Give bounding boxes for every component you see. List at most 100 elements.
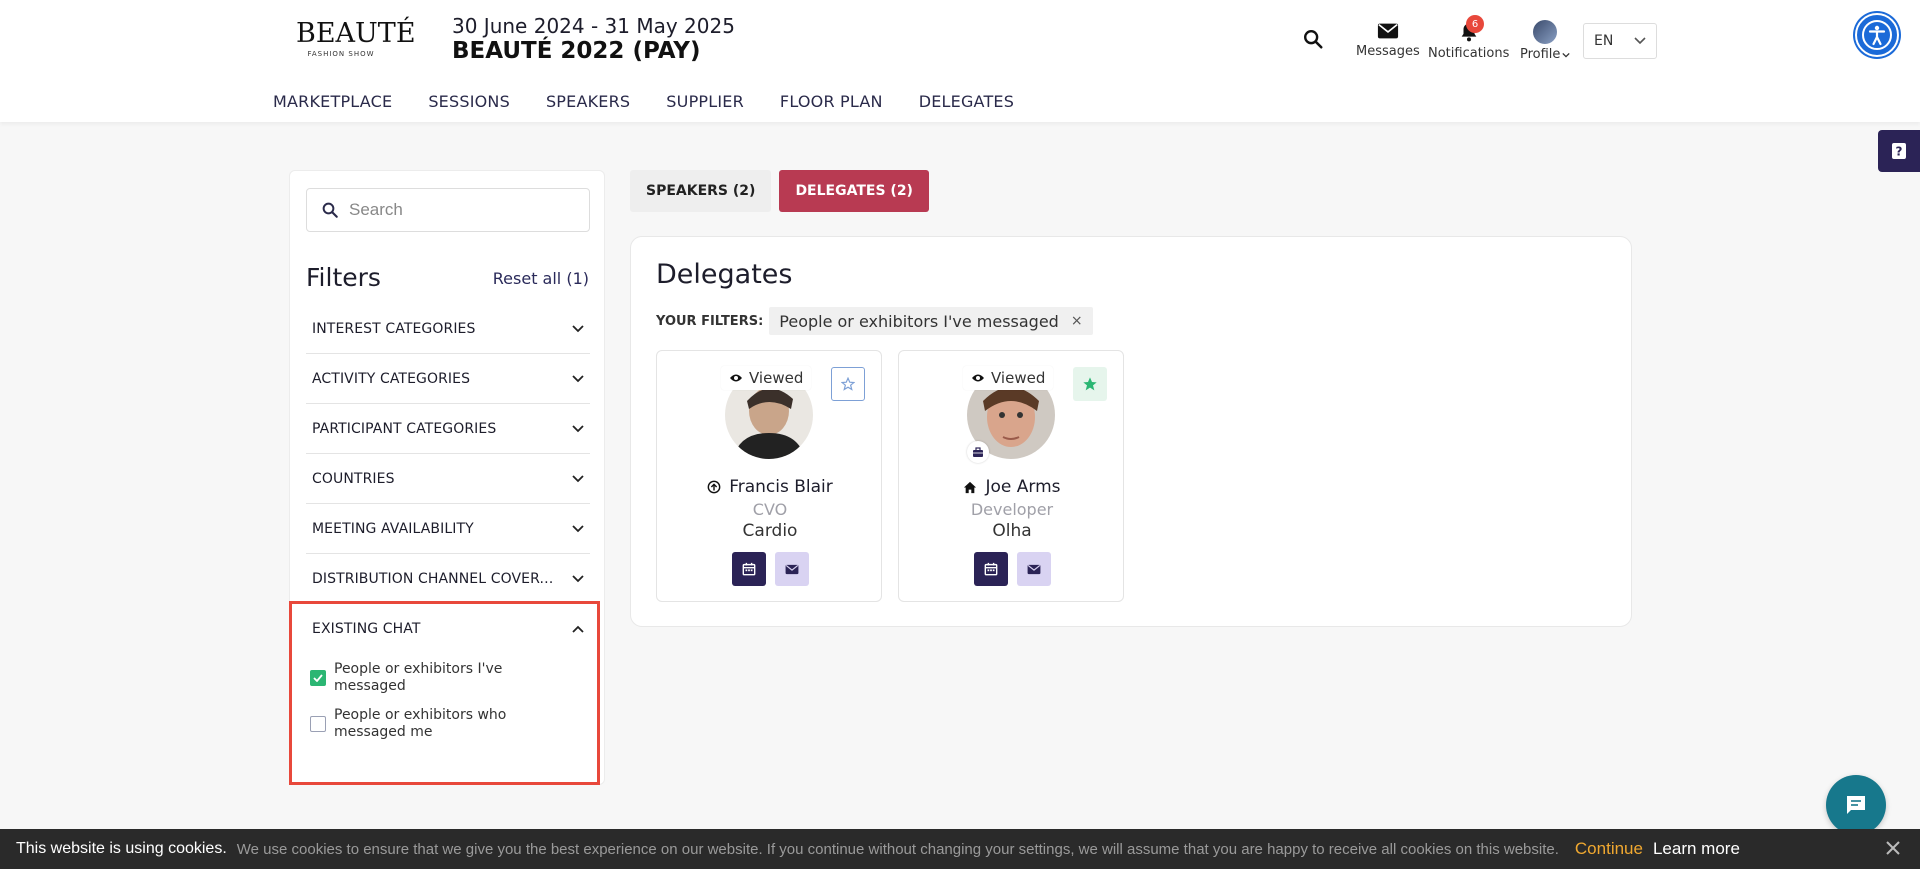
event-logo[interactable]: BEAUTÉ FASHION SHOW: [296, 20, 416, 58]
nav-supplier[interactable]: SUPPLIER: [666, 92, 744, 111]
filter-countries[interactable]: COUNTRIES: [306, 454, 590, 504]
filter-activity-categories[interactable]: ACTIVITY CATEGORIES: [306, 354, 590, 404]
favorite-button[interactable]: [1073, 367, 1107, 401]
notifications-label: Notifications: [1428, 46, 1510, 61]
chevron-down-icon: [572, 524, 584, 532]
logo-sub-text: FASHION SHOW: [307, 50, 375, 58]
send-message-button[interactable]: [774, 552, 809, 586]
avatar: [1533, 20, 1558, 44]
active-filter-chip: People or exhibitors I've messaged ×: [769, 307, 1093, 335]
check-icon: [313, 674, 323, 682]
top-header: BEAUTÉ FASHION SHOW 30 June 2024 - 31 Ma…: [0, 0, 1920, 122]
card-actions: [899, 552, 1125, 586]
home-icon: [964, 481, 977, 493]
svg-text:?: ?: [1896, 145, 1903, 159]
nav-sessions[interactable]: SESSIONS: [428, 92, 510, 111]
envelope-icon: [1377, 23, 1398, 39]
nav-floor-plan[interactable]: FLOOR PLAN: [780, 92, 883, 111]
calendar-icon: [742, 562, 755, 576]
profile-button[interactable]: Profile: [1520, 20, 1571, 62]
notifications-button[interactable]: 6 Notifications: [1428, 15, 1510, 61]
delegate-company: Olha: [992, 521, 1032, 541]
calendar-icon: [984, 562, 997, 576]
delegate-role: Developer: [970, 500, 1054, 519]
delegate-card[interactable]: Viewed Francis Blair CVO Cardio: [656, 350, 882, 602]
event-title: BEAUTÉ 2022 (PAY): [452, 38, 701, 64]
filter-distribution-channel[interactable]: DISTRIBUTION CHANNEL COVERAGE: [306, 554, 590, 604]
delegate-card[interactable]: Viewed Joe Arms Developer Olha: [898, 350, 1124, 602]
chevron-down-icon: [572, 324, 584, 332]
filter-label: DISTRIBUTION CHANNEL COVERAGE: [312, 571, 557, 587]
accessibility-icon: [1862, 20, 1892, 50]
messages-label: Messages: [1356, 44, 1420, 59]
envelope-icon: [1027, 564, 1040, 574]
filter-existing-chat[interactable]: EXISTING CHAT: [306, 604, 590, 654]
remove-filter-button[interactable]: ×: [1071, 313, 1083, 329]
chevron-down-icon: [572, 424, 584, 432]
result-tabs: SPEAKERS (2) DELEGATES (2): [630, 170, 929, 212]
filters-sidebar: Filters Reset all (1) INTEREST CATEGORIE…: [289, 170, 605, 785]
main-nav: MARKETPLACE SESSIONS SPEAKERS SUPPLIER F…: [273, 92, 1050, 111]
send-message-button[interactable]: [1016, 552, 1051, 586]
filter-label: MEETING AVAILABILITY: [312, 520, 474, 537]
eye-icon: [730, 374, 742, 382]
nav-marketplace[interactable]: MARKETPLACE: [273, 92, 392, 111]
language-select[interactable]: EN: [1583, 23, 1657, 59]
schedule-meeting-button[interactable]: [973, 552, 1008, 586]
cookie-text: We use cookies to ensure that we give yo…: [236, 840, 1559, 858]
exhibitor-badge: [967, 441, 989, 463]
delegate-name[interactable]: Francis Blair: [657, 477, 883, 497]
option-ive-messaged[interactable]: People or exhibitors I've messaged: [310, 661, 524, 695]
search-button[interactable]: [1302, 28, 1324, 50]
delegate-name[interactable]: Joe Arms: [899, 477, 1125, 497]
filters-title: Filters: [306, 263, 381, 292]
viewed-label: Viewed: [749, 369, 804, 387]
tab-speakers[interactable]: SPEAKERS (2): [630, 170, 772, 212]
chevron-up-icon: [572, 625, 584, 633]
search-field[interactable]: [306, 188, 590, 232]
checkbox-unchecked[interactable]: [310, 716, 326, 732]
chevron-down-icon: [572, 374, 584, 382]
cookie-close-button[interactable]: [1884, 839, 1902, 862]
favorite-button[interactable]: [831, 367, 865, 401]
language-value: EN: [1594, 33, 1614, 49]
panel-title: Delegates: [656, 259, 793, 290]
arrow-up-circle-icon: [707, 480, 721, 494]
schedule-meeting-button[interactable]: [731, 552, 766, 586]
envelope-icon: [785, 564, 798, 574]
your-filters: YOUR FILTERS: People or exhibitors I've …: [656, 307, 1093, 335]
cookie-continue-link[interactable]: Continue: [1575, 839, 1643, 859]
filter-participant-categories[interactable]: PARTICIPANT CATEGORIES: [306, 404, 590, 454]
delegates-panel: Delegates YOUR FILTERS: People or exhibi…: [630, 236, 1632, 627]
eye-icon: [972, 374, 984, 382]
chevron-down-icon: [1562, 52, 1571, 58]
checkbox-checked[interactable]: [310, 670, 326, 686]
search-input[interactable]: [349, 200, 569, 220]
filter-label: COUNTRIES: [312, 470, 395, 487]
filter-label: INTEREST CATEGORIES: [312, 320, 476, 337]
chat-button[interactable]: [1826, 775, 1886, 835]
filter-interest-categories[interactable]: INTEREST CATEGORIES: [306, 304, 590, 354]
briefcase-icon: [973, 446, 983, 457]
nav-speakers[interactable]: SPEAKERS: [546, 92, 630, 111]
filter-label: EXISTING CHAT: [312, 621, 421, 637]
option-messaged-me[interactable]: People or exhibitors who messaged me: [310, 707, 524, 741]
messages-button[interactable]: Messages: [1356, 22, 1420, 59]
option-label: People or exhibitors who messaged me: [334, 707, 507, 740]
notification-count-badge: 6: [1466, 15, 1484, 33]
profile-label: Profile: [1520, 47, 1561, 62]
cookie-learn-more-link[interactable]: Learn more: [1653, 839, 1740, 859]
event-dates: 30 June 2024 - 31 May 2025: [452, 14, 735, 38]
search-icon: [322, 202, 338, 218]
chevron-down-icon: [572, 474, 584, 482]
help-button[interactable]: ?: [1878, 130, 1920, 172]
accessibility-button[interactable]: [1855, 13, 1899, 57]
filter-meeting-availability[interactable]: MEETING AVAILABILITY: [306, 504, 590, 554]
cookie-title: This website is using cookies.: [16, 840, 227, 857]
tab-delegates[interactable]: DELEGATES (2): [779, 170, 929, 212]
nav-delegates[interactable]: DELEGATES: [919, 92, 1014, 111]
viewed-label: Viewed: [991, 369, 1046, 387]
reset-all-link[interactable]: Reset all (1): [493, 269, 589, 288]
viewed-badge: Viewed: [721, 366, 812, 390]
option-label: People or exhibitors I've messaged: [334, 661, 503, 694]
